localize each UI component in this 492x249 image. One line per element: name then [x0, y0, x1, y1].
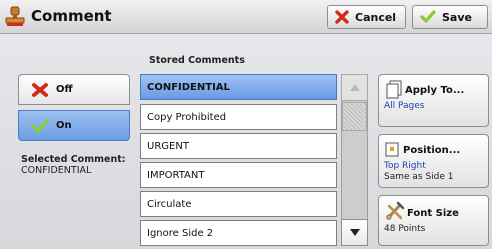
- title-bar: Comment Cancel Save: [0, 0, 492, 34]
- off-button-label: Off: [56, 84, 73, 95]
- stored-comments-label: Stored Comments: [149, 55, 245, 66]
- position-button[interactable]: Position... Top Right Same as Side 1: [378, 134, 489, 188]
- position-square-icon: [385, 140, 401, 162]
- font-tools-icon: [385, 201, 405, 225]
- selected-comment-value: CONFIDENTIAL: [21, 165, 92, 176]
- stamp-icon: [4, 6, 26, 28]
- x-icon: [32, 82, 48, 97]
- apply-to-title: Apply To...: [405, 85, 465, 96]
- apply-to-value: All Pages: [384, 101, 425, 111]
- position-title: Position...: [403, 145, 461, 156]
- x-icon: [335, 10, 349, 24]
- down-arrow-icon: [349, 229, 360, 236]
- checkmark-icon: [31, 118, 49, 133]
- position-side-value: Same as Side 1: [384, 172, 454, 182]
- page-title: Comment: [31, 7, 112, 25]
- off-button[interactable]: Off: [18, 74, 130, 105]
- font-size-button[interactable]: Font Size 48 Points: [378, 195, 489, 246]
- save-button[interactable]: Save: [412, 5, 488, 29]
- on-button[interactable]: On: [18, 110, 130, 141]
- cancel-button[interactable]: Cancel: [327, 5, 406, 29]
- font-size-title: Font Size: [407, 208, 459, 219]
- save-button-label: Save: [442, 10, 472, 24]
- up-arrow-icon: [349, 84, 360, 91]
- cancel-button-label: Cancel: [355, 10, 397, 24]
- scroll-up-button[interactable]: [341, 74, 368, 101]
- list-item[interactable]: Copy Prohibited: [140, 104, 337, 130]
- list-item[interactable]: Circulate: [140, 191, 337, 217]
- list-item[interactable]: CONFIDENTIAL: [140, 74, 337, 100]
- apply-to-button[interactable]: Apply To... All Pages: [378, 74, 489, 127]
- selected-comment-label: Selected Comment:: [21, 154, 126, 165]
- on-button-label: On: [56, 120, 72, 131]
- scrollbar-thumb[interactable]: [342, 102, 367, 131]
- list-item[interactable]: Ignore Side 2: [140, 220, 337, 246]
- scroll-down-button[interactable]: [341, 219, 368, 246]
- list-item[interactable]: URGENT: [140, 133, 337, 159]
- font-size-value: 48 Points: [384, 224, 426, 234]
- list-item[interactable]: IMPORTANT: [140, 162, 337, 188]
- checkmark-icon: [420, 10, 436, 23]
- position-value: Top Right: [384, 161, 426, 171]
